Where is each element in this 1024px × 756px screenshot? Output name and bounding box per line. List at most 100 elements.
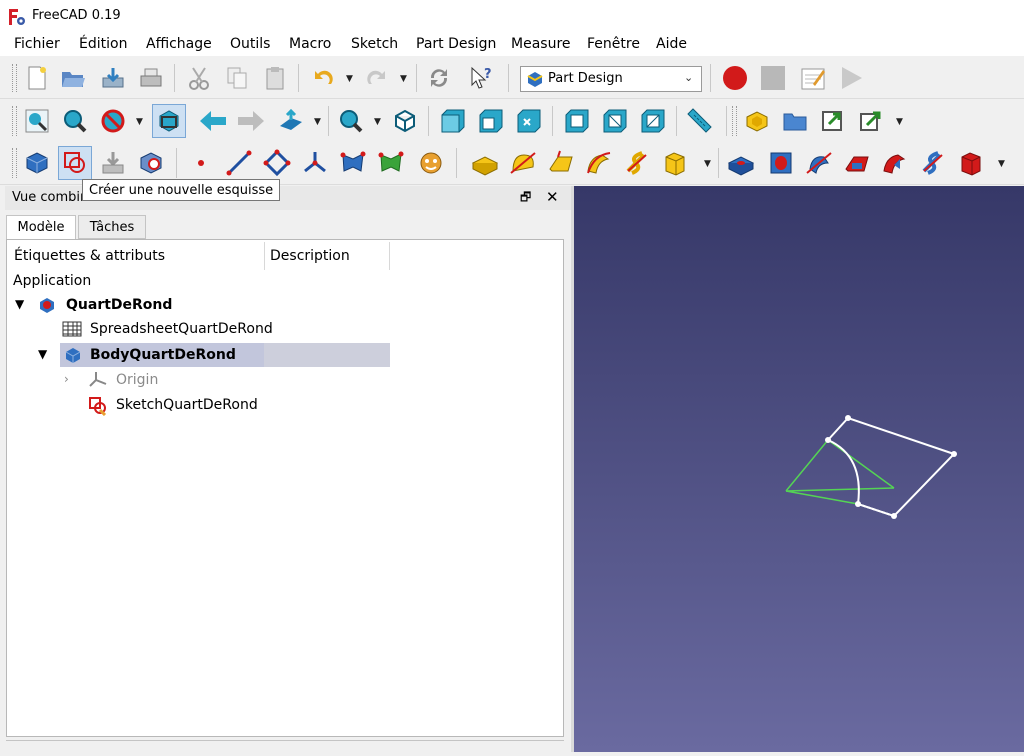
groove-icon[interactable] <box>804 148 834 178</box>
undo-dropdown-icon[interactable]: ▼ <box>346 74 353 84</box>
additive-helix-icon[interactable] <box>622 148 652 178</box>
additive-box-icon[interactable] <box>660 148 690 178</box>
create-clone-icon[interactable] <box>416 148 446 178</box>
revolution-icon[interactable] <box>508 148 538 178</box>
zoom-icon[interactable] <box>336 106 366 136</box>
sketch-vertex[interactable] <box>825 437 831 443</box>
datum-plane-icon[interactable] <box>262 148 292 178</box>
tree-item-spreadsheet[interactable]: SpreadsheetQuartDeRond <box>90 321 273 337</box>
std-view-icon[interactable] <box>276 106 306 136</box>
pocket-icon[interactable] <box>726 148 756 178</box>
tree-item-document[interactable]: QuartDeRond <box>66 297 172 313</box>
bounding-box-icon[interactable] <box>152 104 186 138</box>
open-document-icon[interactable] <box>58 63 88 93</box>
shape-binder-icon[interactable] <box>338 148 368 178</box>
redo-icon[interactable] <box>362 63 392 93</box>
subtractive-pipe-icon[interactable] <box>880 148 910 178</box>
pad-icon[interactable] <box>470 148 500 178</box>
isometric-view-icon[interactable] <box>390 106 420 136</box>
redo-dropdown-icon[interactable]: ▼ <box>400 74 407 84</box>
tree-item-origin[interactable]: Origin <box>116 372 158 388</box>
link-dropdown-icon[interactable]: ▼ <box>896 117 903 127</box>
menu-fichier[interactable]: Fichier <box>14 36 60 52</box>
menu-aide[interactable]: Aide <box>656 36 687 52</box>
menu-edition[interactable]: Édition <box>79 36 127 52</box>
play-macro-icon[interactable] <box>836 63 866 93</box>
sketch-vertex[interactable] <box>845 415 851 421</box>
fit-selection-icon[interactable] <box>60 106 90 136</box>
additive-loft-icon[interactable] <box>546 148 576 178</box>
column-header-labels[interactable]: Étiquettes & attributs <box>14 248 165 264</box>
draw-style-dropdown-icon[interactable]: ▼ <box>136 117 143 127</box>
datum-line-icon[interactable] <box>224 148 254 178</box>
tab-modele[interactable]: Modèle <box>6 215 76 239</box>
zoom-dropdown-icon[interactable]: ▼ <box>374 117 381 127</box>
undo-icon[interactable] <box>308 63 338 93</box>
additive-primitive-dropdown-icon[interactable]: ▼ <box>704 159 711 169</box>
chevron-right-icon[interactable]: › <box>64 372 69 386</box>
clone-icon[interactable] <box>136 148 166 178</box>
create-body-icon[interactable] <box>22 148 52 178</box>
std-view-dropdown-icon[interactable]: ▼ <box>314 117 321 127</box>
create-sketch-icon[interactable] <box>58 146 92 180</box>
additive-pipe-icon[interactable] <box>584 148 614 178</box>
menu-part-design[interactable]: Part Design <box>416 36 496 52</box>
sketch-vertex[interactable] <box>951 451 957 457</box>
refresh-icon[interactable] <box>424 63 454 93</box>
save-document-icon[interactable] <box>98 63 128 93</box>
link-actions-icon[interactable] <box>856 106 886 136</box>
forward-arrow-icon[interactable] <box>236 106 266 136</box>
rear-view-icon[interactable] <box>562 106 592 136</box>
column-divider[interactable] <box>389 242 390 270</box>
validate-sketch-icon[interactable] <box>98 148 128 178</box>
record-macro-icon[interactable] <box>720 63 750 93</box>
local-coordinate-system-icon[interactable] <box>300 148 330 178</box>
right-view-icon[interactable] <box>514 106 544 136</box>
menu-macro[interactable]: Macro <box>289 36 331 52</box>
chevron-down-icon[interactable]: ▼ <box>15 297 24 311</box>
stop-macro-icon[interactable] <box>758 63 788 93</box>
macro-editor-icon[interactable] <box>798 63 828 93</box>
bottom-view-icon[interactable] <box>600 106 630 136</box>
front-view-icon[interactable] <box>438 106 468 136</box>
toolbar-grip[interactable] <box>732 106 737 136</box>
subshape-binder-icon[interactable] <box>376 148 406 178</box>
back-arrow-icon[interactable] <box>198 106 228 136</box>
column-header-description[interactable]: Description <box>270 248 350 264</box>
toolbar-grip[interactable] <box>12 148 17 178</box>
paste-icon[interactable] <box>260 63 290 93</box>
create-part-icon[interactable] <box>742 106 772 136</box>
3d-view[interactable] <box>574 186 1024 752</box>
tree-item-body[interactable]: BodyQuartDeRond <box>90 347 236 363</box>
sketch-vertex[interactable] <box>891 513 897 519</box>
tab-taches[interactable]: Tâches <box>78 215 146 239</box>
menu-outils[interactable]: Outils <box>230 36 270 52</box>
subtractive-loft-icon[interactable] <box>842 148 872 178</box>
cut-icon[interactable] <box>184 63 214 93</box>
hole-icon[interactable] <box>766 148 796 178</box>
column-divider[interactable] <box>264 242 265 270</box>
menu-fenetre[interactable]: Fenêtre <box>587 36 640 52</box>
float-panel-icon[interactable]: 🗗 <box>520 188 531 209</box>
copy-icon[interactable] <box>222 63 252 93</box>
create-link-icon[interactable] <box>818 106 848 136</box>
menu-sketch[interactable]: Sketch <box>351 36 398 52</box>
print-icon[interactable] <box>136 63 166 93</box>
draw-style-icon[interactable] <box>98 106 128 136</box>
left-view-icon[interactable] <box>638 106 668 136</box>
fit-all-icon[interactable] <box>22 106 52 136</box>
whats-this-icon[interactable]: ? <box>466 63 496 93</box>
create-group-icon[interactable] <box>780 106 810 136</box>
toolbar-grip[interactable] <box>12 106 17 136</box>
chevron-down-icon[interactable]: ⌄ <box>684 71 693 84</box>
top-view-icon[interactable] <box>476 106 506 136</box>
tree-item-sketch[interactable]: SketchQuartDeRond <box>116 397 258 413</box>
new-document-icon[interactable] <box>22 63 52 93</box>
measure-distance-icon[interactable] <box>684 106 714 136</box>
chevron-down-icon[interactable]: ▼ <box>38 347 47 361</box>
subtractive-box-icon[interactable] <box>956 148 986 178</box>
subtractive-helix-icon[interactable] <box>918 148 948 178</box>
menu-measure[interactable]: Measure <box>511 36 571 52</box>
close-icon[interactable]: ✕ <box>546 188 559 206</box>
subtractive-primitive-dropdown-icon[interactable]: ▼ <box>998 159 1005 169</box>
